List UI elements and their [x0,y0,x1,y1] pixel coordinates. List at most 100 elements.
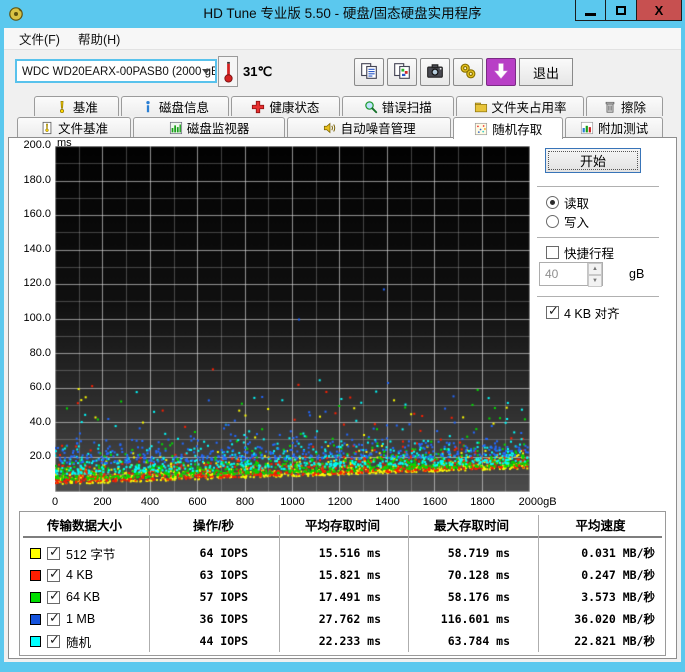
short-stroke-size-value: 40 [545,267,559,281]
options-button[interactable] [453,58,483,86]
max-value: 70.128 ms [447,568,511,582]
align-4kb-checkbox[interactable] [546,304,559,319]
tab-label: 随机存取 [492,123,543,137]
tab-bar: 基准 磁盘信息 健康状态 错误扫描 文件夹占用率 擦除 文件基准 磁盘监视器 自动噪音管理 随机… [4,95,681,139]
title-bar[interactable]: HD Tune 专业版 5.50 - 硬盘/固态硬盘实用程序 X [0,0,685,28]
toolbar-icon-buttons [354,58,516,86]
tab-erase[interactable]: 擦除 [586,96,663,116]
spinner-down-button[interactable]: ▼ [588,275,602,287]
x-axis-tick-label: 200 [93,496,112,508]
series-color-swatch [30,635,41,647]
x-axis-tick-label: 1000 [280,496,305,508]
tab-folder-usage[interactable]: 文件夹占用率 [455,96,585,116]
window-controls: X [575,0,682,21]
series-checkbox[interactable] [47,545,60,560]
tab-row-1: 基准 磁盘信息 健康状态 错误扫描 文件夹占用率 擦除 [4,95,681,116]
series-color-swatch [30,591,41,603]
tab-disk-monitor[interactable]: 磁盘监视器 [133,117,286,137]
tab-file-benchmark[interactable]: 文件基准 [17,117,132,137]
app-window: HD Tune 专业版 5.50 - 硬盘/固态硬盘实用程序 X 文件(F) 帮助… [0,0,685,672]
column-header: 平均速度 [575,518,626,533]
series-label: 1 MB [66,612,96,626]
separator [537,186,659,187]
x-axis-tick-label: 1800 [470,496,495,508]
menu-item-help[interactable]: 帮助(H) [69,27,129,50]
series-label: 随机 [66,635,92,650]
tab-health[interactable]: 健康状态 [231,96,340,116]
maximize-button[interactable] [606,0,637,21]
tab-label: 磁盘信息 [158,101,209,115]
save-results-button[interactable] [486,58,516,86]
drive-select[interactable]: WDC WD20EARX-00PASB0 (2000 gB) [15,59,217,83]
series-cell: 随机 [20,632,149,651]
menu-bar: 文件(F) 帮助(H) [4,28,681,50]
table-row: 512 字节 64 IOPS 15.516 ms 58.719 ms 0.031 MB/… [20,542,665,564]
tab-label: 附加测试 [598,122,649,136]
series-checkbox[interactable] [47,611,60,626]
exit-button[interactable]: 退出 [519,58,573,86]
spinner-up-button[interactable]: ▲ [588,263,602,275]
ops-value: 64 IOPS [199,546,248,560]
temperature-button[interactable] [218,56,238,87]
toolbar: WDC WD20EARX-00PASB0 (2000 gB) 31℃ 退出 [4,50,681,95]
screenshot-button[interactable] [420,58,450,86]
y-axis-tick-label: 140.0 [23,242,51,255]
menu-item-file[interactable]: 文件(F) [10,27,69,50]
copy-image-button[interactable] [387,58,417,86]
series-cell: 4 KB [20,567,149,582]
x-axis-tick-label: 0 [51,496,59,508]
short-stroke-checkbox[interactable] [546,246,559,259]
short-stroke-option[interactable]: 快捷行程 [546,243,614,262]
tab-error-scan[interactable]: 错误扫描 [341,96,454,116]
tab-extra-tests[interactable]: 附加测试 [565,117,663,137]
separator [537,296,659,297]
align-option[interactable]: 4 KB 对齐 [546,303,620,322]
spinner-buttons: ▲ ▼ [587,263,602,287]
header-underline [23,536,662,538]
speed-value: 0.031 MB/秒 [581,546,655,560]
y-axis-tick-label: 100.0 [23,312,51,324]
avg-value: 22.233 ms [318,634,382,648]
write-radio[interactable] [546,215,559,228]
read-option[interactable]: 读取 [546,193,589,212]
minimize-button[interactable] [575,0,606,21]
close-button[interactable]: X [637,0,682,21]
x-axis-tick-label: 400 [140,496,160,508]
tab-label: 健康状态 [269,101,320,115]
short-stroke-size-input[interactable]: 40 ▲ ▼ [539,262,603,287]
x-axis-tick-label: 1400 [375,496,400,508]
speed-value: 36.020 MB/秒 [574,612,655,626]
tab-random-access[interactable]: 随机存取 [453,117,564,139]
column-separator [538,515,539,652]
start-button[interactable]: 开始 [545,148,641,173]
table-row: 4 KB 63 IOPS 15.821 ms 70.128 ms 0.247 MB/秒 [20,564,665,586]
column-header: 传输数据大小 [46,518,122,533]
extra-tests-icon [580,121,594,135]
series-checkbox[interactable] [47,567,60,582]
results-table-rows: 512 字节 64 IOPS 15.516 ms 58.719 ms 0.031 MB/… [20,542,665,652]
thermometer-icon [223,61,233,83]
tab-label: 文件夹占用率 [491,101,567,115]
tab-benchmark[interactable]: 基准 [34,96,119,116]
tab-disk-info[interactable]: 磁盘信息 [120,96,230,116]
speed-value: 0.247 MB/秒 [581,568,655,582]
minimize-icon [585,12,596,16]
folder-usage-icon [474,100,488,114]
read-radio[interactable] [546,196,559,209]
y-axis-tick-label: 120.0 [23,277,51,290]
max-value: 58.176 ms [447,590,511,604]
column-separator [279,515,280,652]
series-checkbox[interactable] [47,633,60,648]
avg-value: 15.821 ms [318,568,382,582]
column-header: 最大存取时间 [433,518,509,533]
x-axis-tick-label: 1600 [422,496,448,508]
copy-text-button[interactable] [354,58,384,86]
write-option[interactable]: 写入 [546,212,589,231]
ops-value: 44 IOPS [199,634,248,648]
series-label: 512 字节 [66,547,116,562]
series-checkbox[interactable] [47,589,60,604]
copy-text-icon [360,62,378,83]
series-color-swatch [30,569,41,581]
tab-noise[interactable]: 自动噪音管理 [287,117,452,137]
x-axis-tick-label: 1200 [327,496,353,508]
